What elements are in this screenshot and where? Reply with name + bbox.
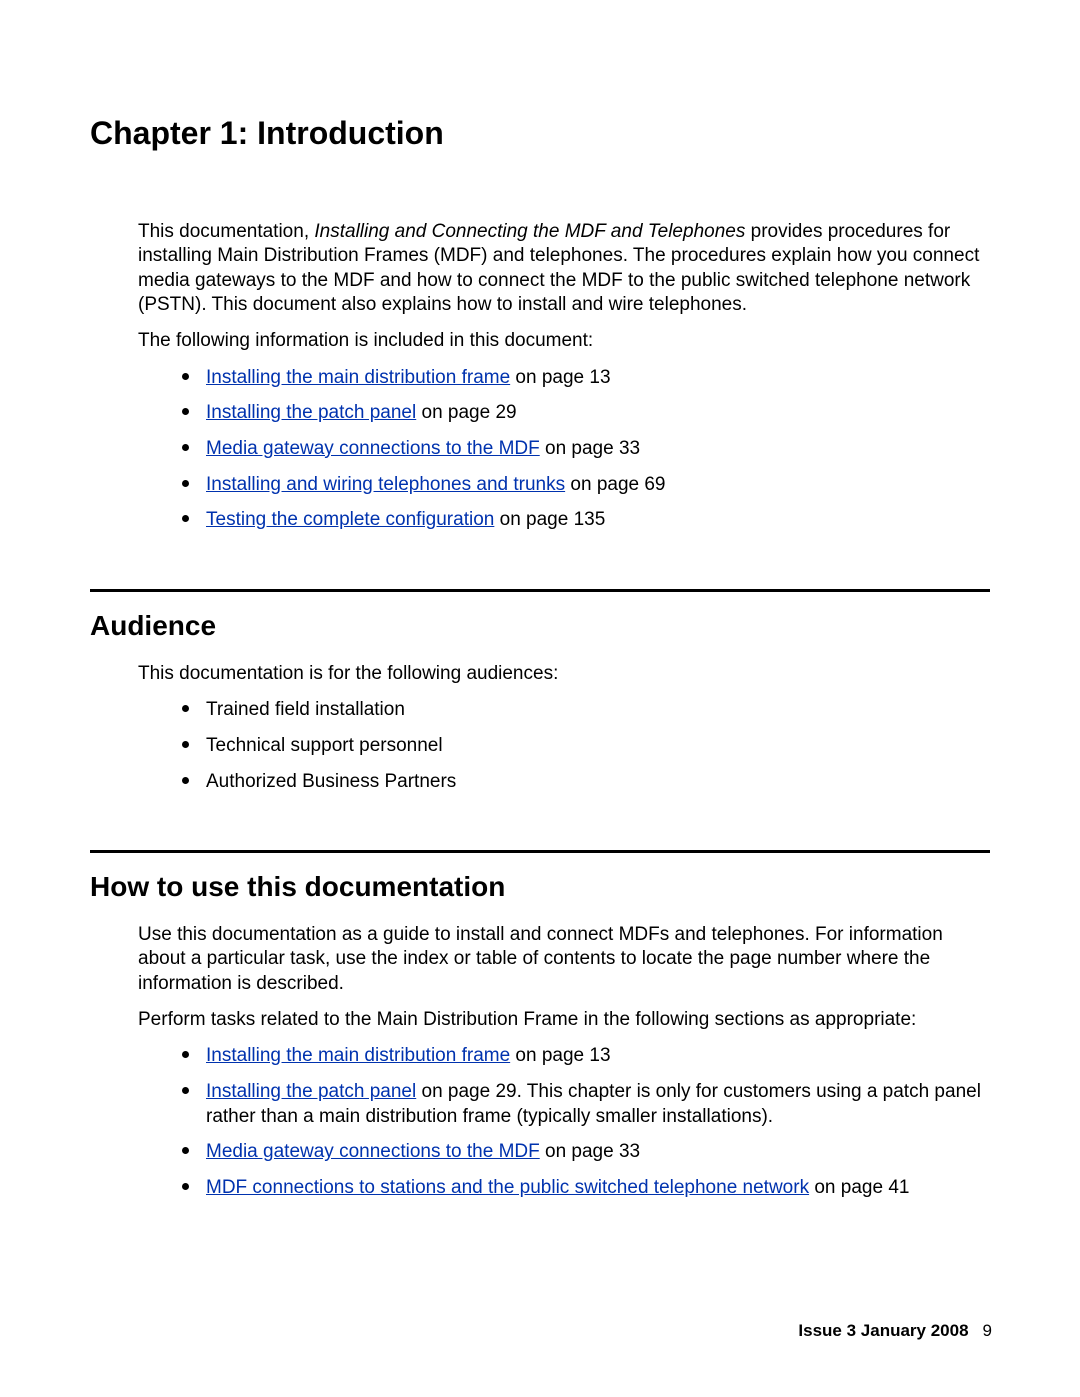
- list-item: Installing the main distribution frame o…: [180, 1044, 990, 1069]
- list-item: Media gateway connections to the MDF on …: [180, 437, 990, 462]
- body-content: This documentation, Installing and Conne…: [90, 220, 990, 1201]
- toc-link-suffix: on page 69: [565, 474, 665, 495]
- audience-item: Trained field installation: [206, 699, 405, 720]
- list-item: Trained field installation: [180, 698, 990, 723]
- list-item: Authorized Business Partners: [180, 770, 990, 795]
- page-footer: Issue 3 January 2008 9: [798, 1321, 992, 1341]
- intro-paragraph-2: The following information is included in…: [90, 329, 990, 353]
- toc-link[interactable]: Testing the complete configuration: [206, 509, 494, 530]
- list-item: Installing the patch panel on page 29. T…: [180, 1080, 990, 1129]
- intro-doc-title: Installing and Connecting the MDF and Te…: [314, 221, 745, 242]
- howto-paragraph-2: Perform tasks related to the Main Distri…: [90, 1008, 990, 1032]
- toc-link[interactable]: Installing the patch panel: [206, 402, 416, 423]
- toc-link-suffix: on page 135: [494, 509, 605, 530]
- howto-link-suffix: on page 33: [540, 1141, 640, 1162]
- howto-link-list: Installing the main distribution frame o…: [90, 1044, 990, 1200]
- list-item: Technical support personnel: [180, 734, 990, 759]
- section-divider: [90, 850, 990, 853]
- audience-heading: Audience: [90, 608, 990, 644]
- howto-link[interactable]: Media gateway connections to the MDF: [206, 1141, 540, 1162]
- footer-issue: Issue 3 January 2008: [798, 1321, 968, 1340]
- intro-prefix: This documentation,: [138, 221, 314, 242]
- howto-link[interactable]: Installing the patch panel: [206, 1081, 416, 1102]
- howto-link[interactable]: MDF connections to stations and the publ…: [206, 1177, 809, 1198]
- audience-list: Trained field installation Technical sup…: [90, 698, 990, 794]
- toc-link[interactable]: Installing the main distribution frame: [206, 367, 510, 388]
- toc-link[interactable]: Installing and wiring telephones and tru…: [206, 474, 565, 495]
- intro-paragraph-1: This documentation, Installing and Conne…: [90, 220, 990, 317]
- toc-link-suffix: on page 13: [510, 367, 610, 388]
- toc-link-suffix: on page 33: [540, 438, 640, 459]
- toc-link-list: Installing the main distribution frame o…: [90, 366, 990, 533]
- toc-link-suffix: on page 29: [416, 402, 516, 423]
- page: Chapter 1: Introduction This documentati…: [0, 0, 1080, 1397]
- howto-link[interactable]: Installing the main distribution frame: [206, 1045, 510, 1066]
- howto-paragraph-1: Use this documentation as a guide to ins…: [90, 923, 990, 996]
- list-item: Testing the complete configuration on pa…: [180, 508, 990, 533]
- howto-link-suffix: on page 41: [809, 1177, 909, 1198]
- chapter-title: Chapter 1: Introduction: [90, 115, 990, 152]
- list-item: Installing and wiring telephones and tru…: [180, 473, 990, 498]
- howto-heading: How to use this documentation: [90, 869, 990, 905]
- toc-link[interactable]: Media gateway connections to the MDF: [206, 438, 540, 459]
- list-item: MDF connections to stations and the publ…: [180, 1176, 990, 1201]
- section-divider: [90, 589, 990, 592]
- howto-link-suffix: on page 13: [510, 1045, 610, 1066]
- list-item: Installing the patch panel on page 29: [180, 401, 990, 426]
- list-item: Media gateway connections to the MDF on …: [180, 1140, 990, 1165]
- list-item: Installing the main distribution frame o…: [180, 366, 990, 391]
- audience-item: Technical support personnel: [206, 735, 443, 756]
- footer-page-number: 9: [983, 1321, 992, 1340]
- audience-intro: This documentation is for the following …: [90, 662, 990, 686]
- audience-item: Authorized Business Partners: [206, 771, 456, 792]
